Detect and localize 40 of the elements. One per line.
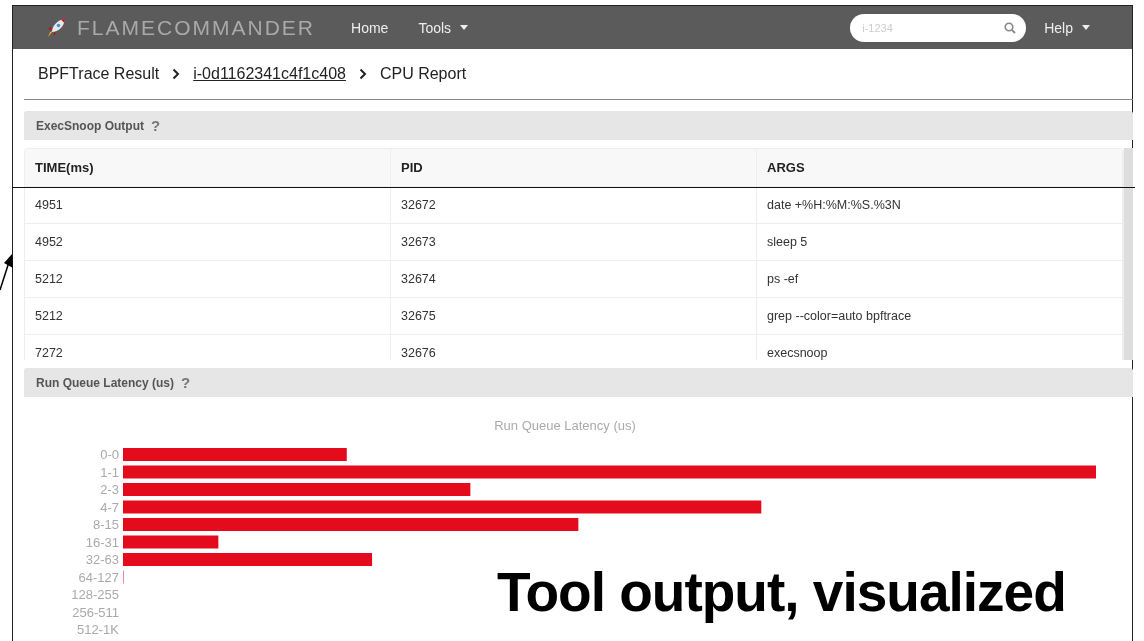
help-mark[interactable]: ? xyxy=(151,117,161,134)
panel-title: Run Queue Latency (us) xyxy=(36,375,175,390)
panel-title: ExecSnoop Output xyxy=(36,118,144,133)
help-mark[interactable]: ? xyxy=(181,374,191,391)
column-header: TIME(ms) xyxy=(25,149,391,186)
axis-label: 512-1K xyxy=(77,622,119,637)
axis-label: 8-15 xyxy=(92,517,119,532)
axis-label: 64-127 xyxy=(78,569,119,585)
table-cell: sleep 5 xyxy=(757,223,1123,260)
table-cell: 4952 xyxy=(25,223,391,260)
chevron-icon xyxy=(172,68,181,80)
column-header: PID xyxy=(391,149,757,186)
column-header: ARGS xyxy=(757,149,1123,186)
table-cell: 32673 xyxy=(391,223,757,260)
axis-label: 4-7 xyxy=(100,499,119,515)
table-cell: 5212 xyxy=(25,260,391,297)
breadcrumb-item: BPFTrace Result xyxy=(38,65,160,83)
axis-label: 256-511 xyxy=(72,604,119,620)
nav-link[interactable]: Tools xyxy=(418,19,469,36)
table-cell: 32675 xyxy=(391,297,757,334)
table-cell: ps -ef xyxy=(757,260,1123,297)
axis-label: 1-1 xyxy=(100,464,119,480)
help-menu[interactable]: Help xyxy=(1044,19,1090,36)
caption: Tool output, visualized xyxy=(497,560,1066,624)
chart-title: Run Queue Latency (us) xyxy=(494,418,636,433)
scrollbar[interactable] xyxy=(1124,148,1133,360)
nav-link[interactable]: Home xyxy=(351,19,389,36)
table-cell: grep --color=auto bpftrace xyxy=(757,297,1123,334)
chevron-icon xyxy=(358,68,367,80)
breadcrumb-item: CPU Report xyxy=(379,65,467,83)
breadcrumb-link[interactable]: i-0d1162341c4f1c408 xyxy=(193,65,346,83)
axis-label: 2-3 xyxy=(100,482,119,497)
table-cell: 32674 xyxy=(391,260,757,297)
axis-label: 32-63 xyxy=(85,552,119,567)
annotation-arrow xyxy=(0,252,14,292)
search-icon xyxy=(1004,21,1017,34)
table-cell: 5212 xyxy=(25,297,391,334)
axis-label: 128-255 xyxy=(71,587,119,602)
axis-label: 0-0 xyxy=(100,447,119,462)
axis-label: 16-31 xyxy=(85,534,119,550)
